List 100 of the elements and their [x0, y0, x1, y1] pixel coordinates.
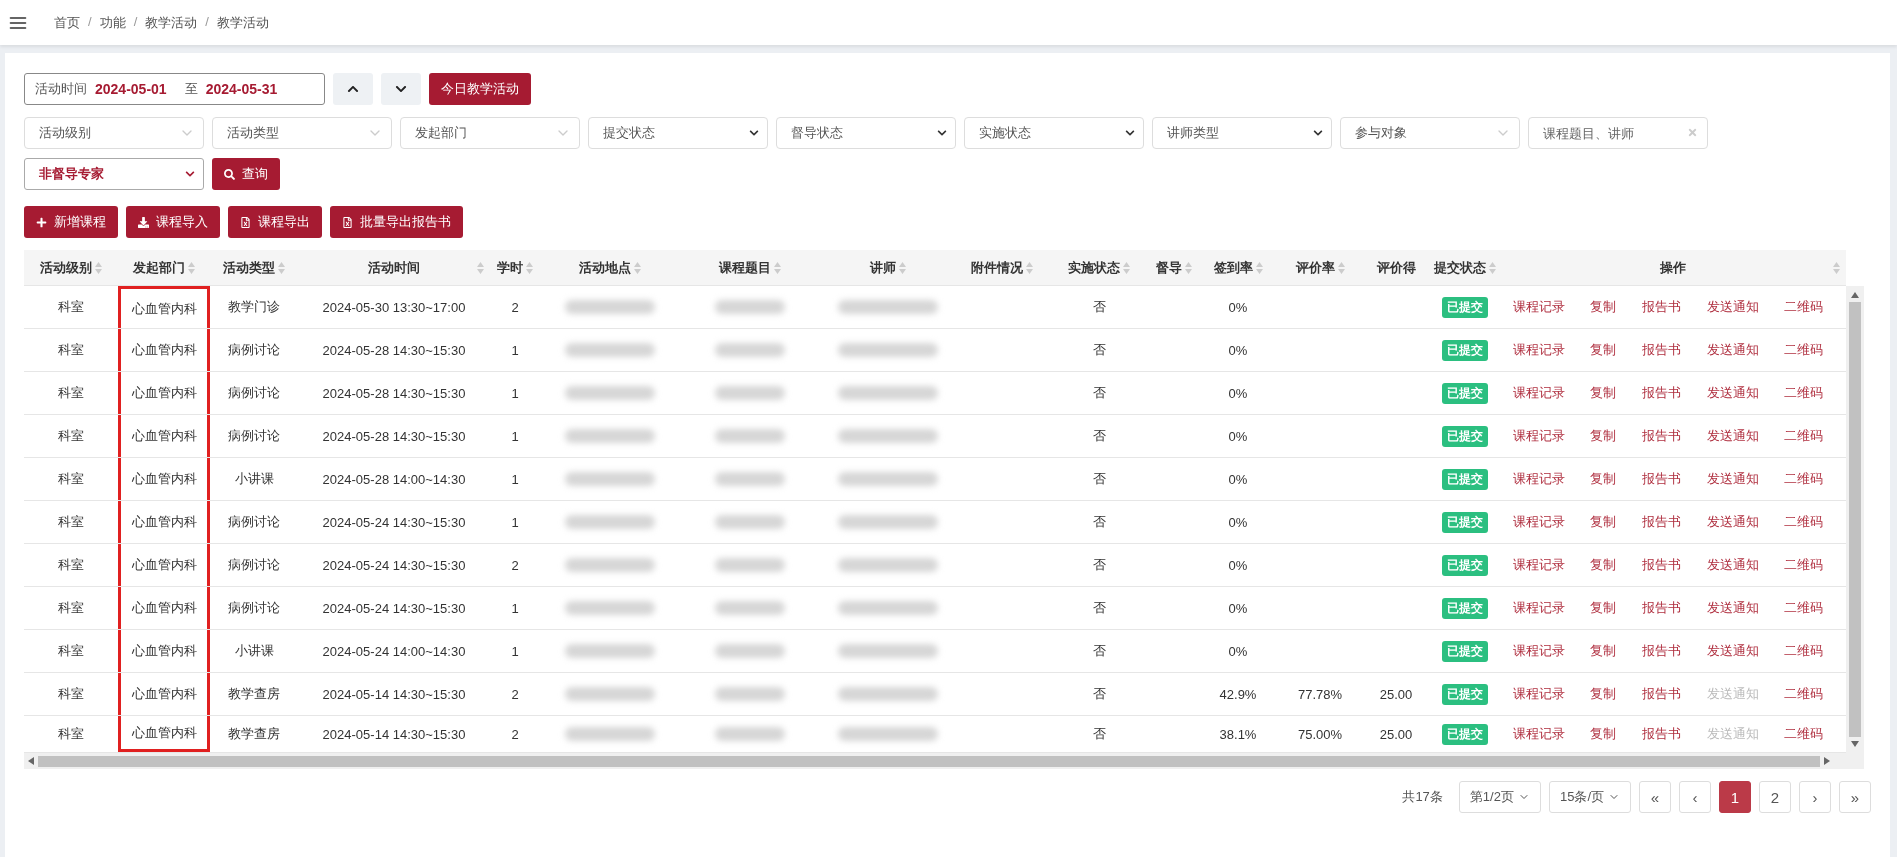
column-header[interactable]: 评价率 — [1278, 250, 1362, 285]
action-link[interactable]: 复制 — [1590, 384, 1617, 402]
query-button[interactable]: 查询 — [212, 158, 280, 190]
filter-dropdown[interactable]: 参与对象 — [1340, 117, 1520, 149]
action-link[interactable]: 报告书 — [1642, 513, 1681, 531]
action-link[interactable]: 报告书 — [1642, 298, 1681, 316]
action-link[interactable]: 课程记录 — [1512, 599, 1565, 617]
action-link[interactable]: 课程记录 — [1512, 384, 1565, 402]
action-link[interactable]: 课程记录 — [1512, 685, 1565, 703]
page-button[interactable]: 2 — [1759, 781, 1791, 813]
action-link[interactable]: 二维码 — [1784, 298, 1824, 316]
sort-icon[interactable] — [1833, 261, 1840, 274]
action-link[interactable]: 报告书 — [1642, 384, 1681, 402]
action-link[interactable]: 发送通知 — [1706, 470, 1759, 488]
toolbar-button[interactable]: 课程导出 — [228, 206, 322, 238]
action-link[interactable]: 报告书 — [1642, 599, 1681, 617]
action-link[interactable]: 课程记录 — [1512, 470, 1565, 488]
action-link[interactable]: 二维码 — [1784, 642, 1824, 660]
column-header[interactable]: 督导 — [1150, 250, 1198, 285]
up-arrow-icon[interactable] — [1851, 292, 1859, 298]
action-link[interactable]: 报告书 — [1642, 341, 1681, 359]
column-header[interactable]: 活动级别 — [24, 250, 118, 285]
action-link[interactable]: 报告书 — [1642, 642, 1681, 660]
breadcrumb-item[interactable]: 首页 — [54, 13, 80, 32]
action-link[interactable]: 发送通知 — [1706, 556, 1759, 574]
action-link[interactable]: 复制 — [1590, 556, 1617, 574]
column-header[interactable]: 附件情况 — [955, 250, 1048, 285]
action-link[interactable]: 发送通知 — [1706, 341, 1759, 359]
left-arrow-icon[interactable] — [28, 757, 34, 765]
date-range-field[interactable]: 活动时间 2024-05-01 至 2024-05-31 — [24, 73, 325, 105]
action-link[interactable]: 发送通知 — [1706, 298, 1759, 316]
sort-icon[interactable] — [774, 261, 781, 274]
action-link[interactable]: 报告书 — [1642, 556, 1681, 574]
column-header[interactable]: 签到率 — [1198, 250, 1278, 285]
action-link[interactable]: 复制 — [1590, 599, 1617, 617]
action-link[interactable]: 二维码 — [1784, 513, 1824, 531]
column-header[interactable]: 实施状态 — [1048, 250, 1150, 285]
filter-dropdown[interactable]: 活动类型 — [212, 117, 392, 149]
page-select[interactable]: 第1/2页 — [1458, 781, 1541, 813]
action-link[interactable]: 报告书 — [1642, 427, 1681, 445]
today-button[interactable]: 今日教学活动 — [429, 73, 531, 105]
sort-icon[interactable] — [526, 261, 533, 274]
action-link[interactable]: 课程记录 — [1512, 427, 1565, 445]
action-link[interactable]: 发送通知 — [1706, 599, 1759, 617]
action-link[interactable]: 课程记录 — [1512, 642, 1565, 660]
action-link[interactable]: 课程记录 — [1512, 298, 1565, 316]
column-header[interactable]: 活动时间 — [298, 250, 490, 285]
column-header[interactable]: 提交状态 — [1430, 250, 1500, 285]
action-link[interactable]: 复制 — [1590, 298, 1617, 316]
toolbar-button[interactable]: 课程导入 — [126, 206, 220, 238]
column-header[interactable]: 操作 — [1500, 250, 1846, 285]
action-link[interactable]: 课程记录 — [1512, 341, 1565, 359]
sort-icon[interactable] — [1255, 261, 1263, 274]
action-link[interactable]: 报告书 — [1642, 470, 1681, 488]
sort-icon[interactable] — [1123, 261, 1130, 274]
breadcrumb-item[interactable]: 教学活动 — [145, 13, 198, 32]
sort-icon[interactable] — [1025, 261, 1033, 274]
sort-icon[interactable] — [188, 261, 195, 274]
page-button[interactable]: 1 — [1719, 781, 1751, 813]
column-header[interactable]: 学时 — [490, 250, 540, 285]
clear-icon[interactable] — [1687, 127, 1698, 138]
sort-icon[interactable] — [1185, 261, 1192, 274]
last-page-button[interactable]: » — [1839, 781, 1871, 813]
right-arrow-icon[interactable] — [1824, 757, 1830, 765]
page-size-select[interactable]: 15条/页 — [1548, 781, 1631, 813]
sort-icon[interactable] — [898, 261, 906, 274]
action-link[interactable]: 二维码 — [1784, 599, 1824, 617]
action-link[interactable]: 课程记录 — [1512, 725, 1565, 743]
action-link[interactable]: 复制 — [1590, 685, 1617, 703]
action-link[interactable]: 发送通知 — [1706, 427, 1759, 445]
sort-icon[interactable] — [95, 261, 102, 274]
previous-page-button[interactable]: ‹ — [1679, 781, 1711, 813]
action-link[interactable]: 复制 — [1590, 341, 1617, 359]
sort-icon[interactable] — [634, 261, 641, 274]
filter-select[interactable]: 实施状态 — [964, 117, 1144, 149]
breadcrumb-item[interactable]: 功能 — [99, 13, 126, 32]
role-select[interactable]: 非督导专家 — [24, 158, 204, 190]
action-link[interactable]: 复制 — [1590, 642, 1617, 660]
column-header[interactable]: 讲师 — [820, 250, 955, 285]
action-link[interactable]: 发送通知 — [1706, 642, 1759, 660]
column-header[interactable]: 活动地点 — [540, 250, 680, 285]
filter-select[interactable]: 讲师类型 — [1152, 117, 1332, 149]
column-header[interactable]: 评价得 — [1362, 250, 1430, 285]
action-link[interactable]: 复制 — [1590, 725, 1617, 743]
sort-icon[interactable] — [1489, 261, 1496, 274]
previous-button[interactable] — [333, 73, 373, 105]
toolbar-button[interactable]: 批量导出报告书 — [330, 206, 463, 238]
sort-icon[interactable] — [278, 261, 285, 274]
column-header[interactable]: 课程题目 — [680, 250, 820, 285]
next-page-button[interactable]: › — [1799, 781, 1831, 813]
action-link[interactable]: 复制 — [1590, 470, 1617, 488]
action-link[interactable]: 复制 — [1590, 513, 1617, 531]
next-button[interactable] — [381, 73, 421, 105]
action-link[interactable]: 二维码 — [1784, 470, 1824, 488]
action-link[interactable]: 二维码 — [1784, 341, 1824, 359]
breadcrumb-item[interactable]: 教学活动 — [216, 13, 269, 32]
filter-select[interactable]: 提交状态 — [588, 117, 768, 149]
column-header[interactable]: 活动类型 — [210, 250, 298, 285]
action-link[interactable]: 二维码 — [1784, 725, 1824, 743]
action-link[interactable]: 复制 — [1590, 427, 1617, 445]
